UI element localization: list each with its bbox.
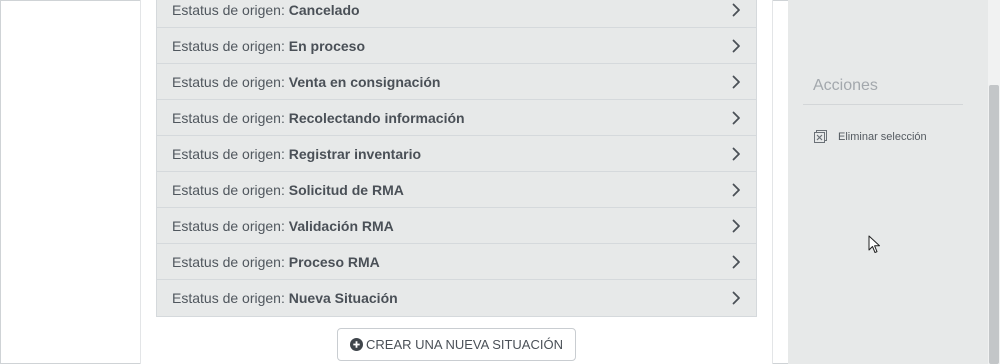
status-row-cancelado[interactable]: Estatus de origen: Cancelado <box>157 0 756 28</box>
status-value: En proceso <box>288 37 365 54</box>
status-prefix: Estatus de origen: <box>172 109 289 126</box>
delete-selection-label: Eliminar selección <box>838 130 927 143</box>
chevron-right-icon[interactable] <box>730 255 742 269</box>
status-value: Validación RMA <box>288 217 394 234</box>
status-value: Registrar inventario <box>288 145 422 162</box>
status-prefix: Estatus de origen: <box>172 253 289 270</box>
status-list: Estatus de origen: Cancelado Estatus de … <box>156 0 757 317</box>
status-value: Nueva Situación <box>288 290 398 306</box>
actions-sidebar: Acciones Eliminar selección <box>788 0 988 364</box>
delete-selection-icon <box>813 129 828 144</box>
status-value: Solicitud de RMA <box>288 181 404 198</box>
status-value: Cancelado <box>288 1 360 18</box>
delete-selection-action[interactable]: Eliminar selección <box>813 129 927 144</box>
status-row-proceso-rma[interactable]: Estatus de origen: Proceso RMA <box>157 244 756 280</box>
chevron-right-icon[interactable] <box>730 3 742 17</box>
status-row-nueva-situacion[interactable]: Estatus de origen: Nueva Situación <box>157 280 756 316</box>
create-situation-label: CREAR UNA NUEVA SITUACIÓN <box>366 337 563 352</box>
status-prefix: Estatus de origen: <box>172 217 289 234</box>
sidebar-divider <box>803 104 963 105</box>
status-value: Venta en consignación <box>288 73 441 90</box>
chevron-right-icon[interactable] <box>730 219 742 233</box>
status-value: Proceso RMA <box>288 253 380 270</box>
status-row-validacion-rma[interactable]: Estatus de origen: Validación RMA <box>157 208 756 244</box>
status-row-venta-en-consignacion[interactable]: Estatus de origen: Venta en consignación <box>157 64 756 100</box>
status-row-en-proceso[interactable]: Estatus de origen: En proceso <box>157 28 756 64</box>
status-prefix: Estatus de origen: <box>172 37 289 54</box>
status-prefix: Estatus de origen: <box>172 290 289 306</box>
status-prefix: Estatus de origen: <box>172 145 289 162</box>
plus-circle-icon <box>350 338 364 351</box>
chevron-right-icon[interactable] <box>730 147 742 161</box>
sidebar-title: Acciones <box>813 77 878 94</box>
status-prefix: Estatus de origen: <box>172 1 289 18</box>
status-prefix: Estatus de origen: <box>172 73 289 90</box>
status-prefix: Estatus de origen: <box>172 181 289 198</box>
status-value: Recolectando información <box>288 109 465 126</box>
status-row-solicitud-de-rma[interactable]: Estatus de origen: Solicitud de RMA <box>157 172 756 208</box>
mouse-cursor-icon <box>868 235 881 260</box>
chevron-right-icon[interactable] <box>730 111 742 125</box>
chevron-right-icon[interactable] <box>730 291 742 305</box>
status-row-registrar-inventario[interactable]: Estatus de origen: Registrar inventario <box>157 136 756 172</box>
status-row-recolectando-informacion[interactable]: Estatus de origen: Recolectando informac… <box>157 100 756 136</box>
create-situation-button[interactable]: CREAR UNA NUEVA SITUACIÓN <box>337 328 576 361</box>
chevron-right-icon[interactable] <box>730 75 742 89</box>
scrollbar-thumb[interactable] <box>989 85 999 364</box>
chevron-right-icon[interactable] <box>730 39 742 53</box>
chevron-right-icon[interactable] <box>730 183 742 197</box>
